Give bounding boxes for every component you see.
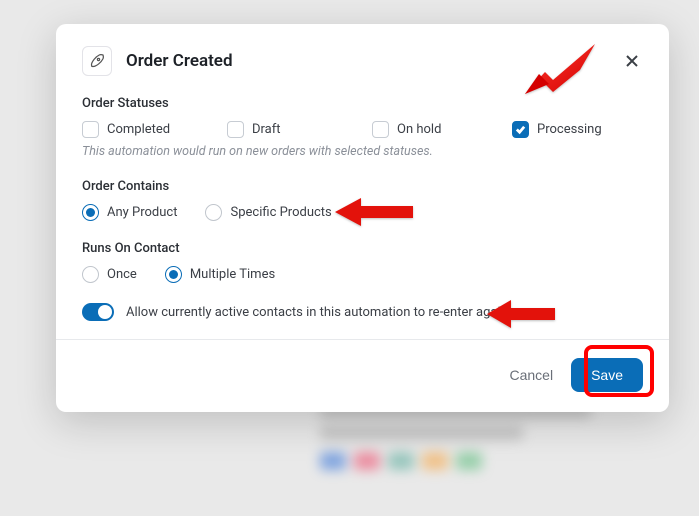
runs-once[interactable]: Once bbox=[82, 266, 137, 283]
radio-icon bbox=[205, 204, 222, 221]
checkbox-icon bbox=[82, 121, 99, 138]
order-statuses-label: Order Statuses bbox=[82, 96, 643, 111]
runs-on-contact-section: Runs On Contact Once Multiple Times bbox=[82, 241, 643, 283]
checkbox-icon bbox=[512, 121, 529, 138]
runs-on-contact-label: Runs On Contact bbox=[82, 241, 643, 256]
rocket-icon bbox=[82, 46, 112, 76]
radio-label: Once bbox=[107, 267, 137, 282]
modal-footer: Cancel Save bbox=[56, 339, 669, 412]
checkbox-icon bbox=[227, 121, 244, 138]
save-button[interactable]: Save bbox=[571, 358, 643, 392]
contains-specific-products[interactable]: Specific Products bbox=[205, 204, 331, 221]
order-statuses-section: Order Statuses Completed Draft On hold P… bbox=[82, 96, 643, 159]
status-processing[interactable]: Processing bbox=[512, 121, 602, 138]
modal-title: Order Created bbox=[126, 51, 233, 71]
status-completed[interactable]: Completed bbox=[82, 121, 227, 138]
modal-header: Order Created bbox=[82, 46, 643, 76]
radio-label: Any Product bbox=[107, 205, 177, 220]
radio-icon bbox=[165, 266, 182, 283]
statuses-helper-text: This automation would run on new orders … bbox=[82, 144, 643, 159]
status-draft[interactable]: Draft bbox=[227, 121, 372, 138]
status-label: On hold bbox=[397, 122, 441, 137]
checkbox-icon bbox=[372, 121, 389, 138]
radio-icon bbox=[82, 204, 99, 221]
contains-any-product[interactable]: Any Product bbox=[82, 204, 177, 221]
reenter-toggle-row: Allow currently active contacts in this … bbox=[82, 303, 643, 321]
order-contains-section: Order Contains Any Product Specific Prod… bbox=[82, 179, 643, 221]
radio-icon bbox=[82, 266, 99, 283]
background-blurred-content bbox=[320, 396, 659, 516]
status-label: Processing bbox=[537, 122, 602, 137]
reenter-label: Allow currently active contacts in this … bbox=[126, 305, 508, 320]
cancel-button[interactable]: Cancel bbox=[509, 367, 553, 383]
status-label: Completed bbox=[107, 122, 170, 137]
status-label: Draft bbox=[252, 122, 281, 137]
order-created-modal: Order Created Order Statuses Completed D… bbox=[56, 24, 669, 412]
status-onhold[interactable]: On hold bbox=[372, 121, 512, 138]
radio-label: Specific Products bbox=[230, 205, 331, 220]
close-button[interactable] bbox=[621, 50, 643, 72]
radio-label: Multiple Times bbox=[190, 267, 275, 282]
reenter-toggle[interactable] bbox=[82, 303, 114, 321]
order-contains-label: Order Contains bbox=[82, 179, 643, 194]
runs-multiple-times[interactable]: Multiple Times bbox=[165, 266, 275, 283]
